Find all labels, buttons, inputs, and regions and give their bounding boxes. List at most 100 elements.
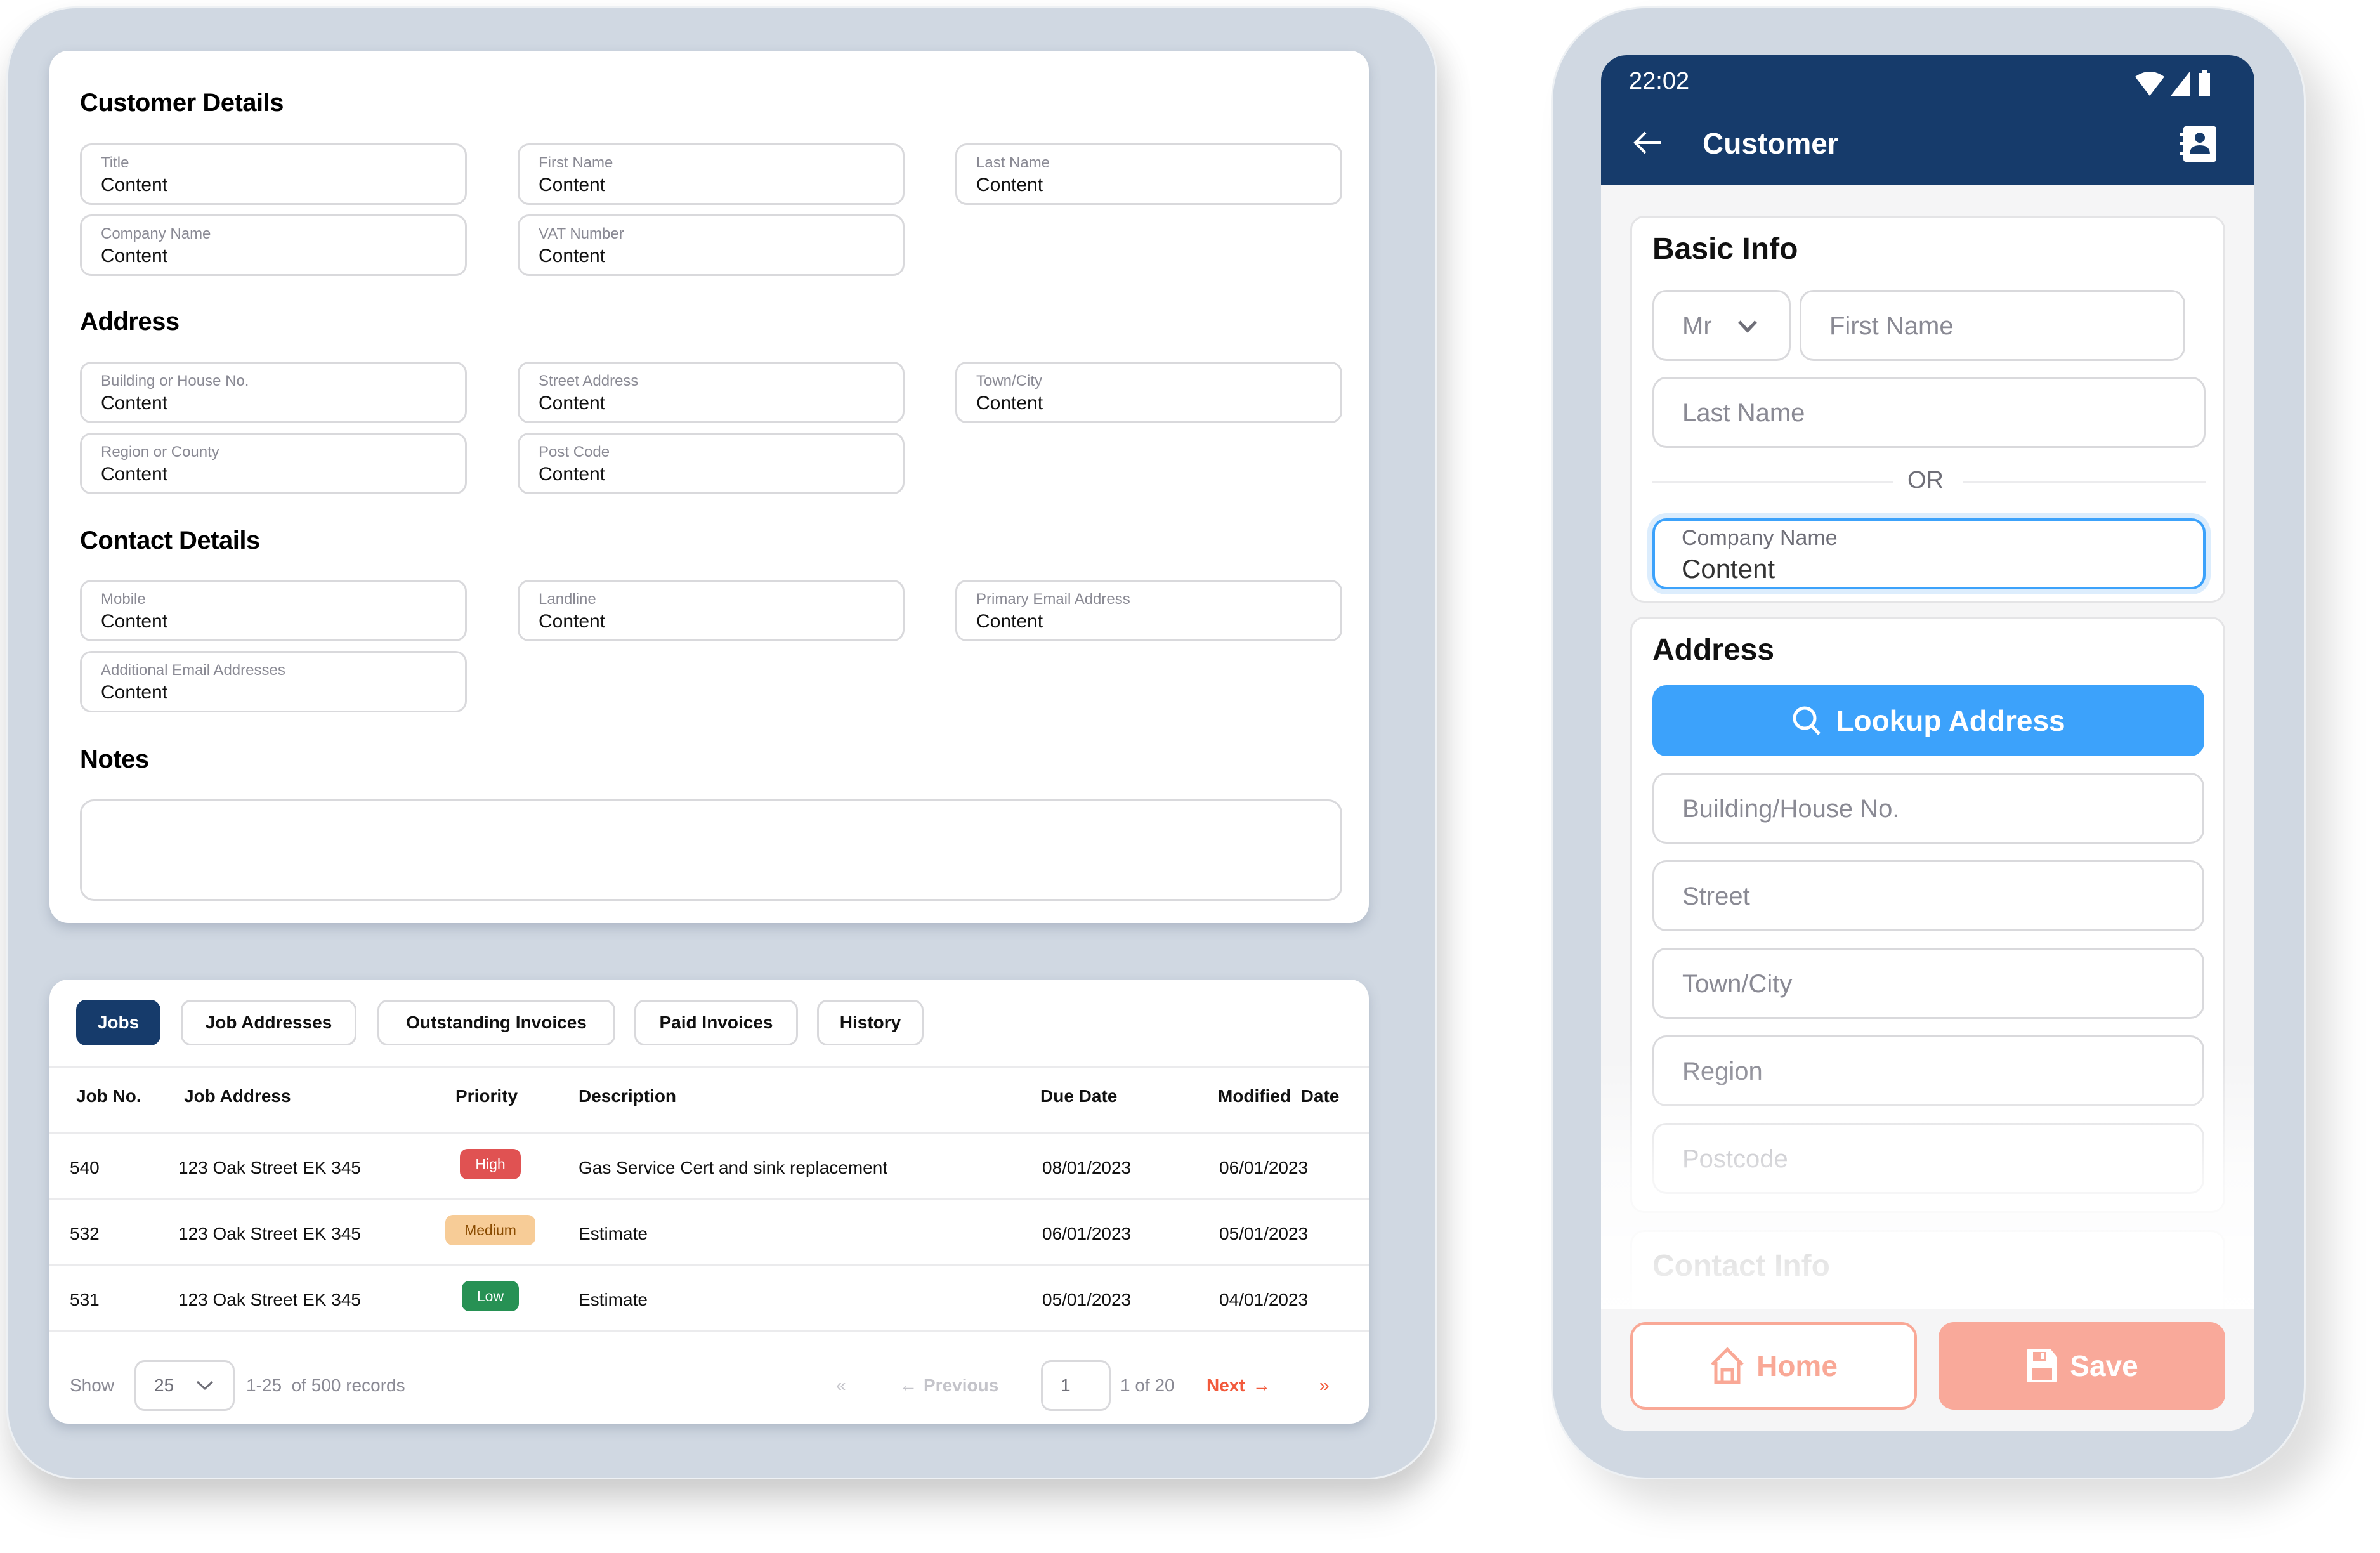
street-address-field[interactable]: Street Address Content [518,362,905,423]
contact-info-heading: Contact Info [1652,1249,1830,1283]
field-value: Content [539,464,606,485]
field-label: Primary Email Address [976,591,1130,608]
field-value: Content [101,246,168,266]
page-of-text: 1 of 20 [1120,1375,1175,1395]
arrow-right-icon: → [1252,1375,1271,1395]
home-icon [1711,1347,1744,1384]
job-address-cell: 123 Oak Street EK 345 [178,1224,361,1243]
tab-paid-invoices[interactable]: Paid Invoices [634,1000,798,1045]
field-value: Content [101,682,168,703]
or-separator: OR [1907,467,1944,494]
description-cell: Estimate [579,1290,648,1309]
landline-field[interactable]: Landline Content [518,580,905,641]
town-city-input[interactable]: Town/City [1652,948,2204,1019]
chevron-down-icon [197,1380,214,1391]
previous-button[interactable]: ← Previous [899,1360,998,1411]
building-field[interactable]: Building or House No. Content [80,362,467,423]
battery-icon [2199,73,2210,96]
page-size-value: 25 [154,1375,174,1395]
column-header-due-date[interactable]: Due Date [1040,1086,1117,1106]
region-placeholder: Region [1682,1058,1763,1085]
town-city-field[interactable]: Town/City Content [955,362,1342,423]
field-value: Content [976,174,1043,195]
tab-outstanding-invoices[interactable]: Outstanding Invoices [377,1000,615,1045]
field-value: Content [539,174,606,195]
due-date-cell: 05/01/2023 [1042,1290,1132,1309]
back-arrow-icon[interactable] [1631,130,1662,155]
table-row[interactable]: 531 123 Oak Street EK 345 Estimate 05/01/20… [49,1266,1369,1332]
current-page-input[interactable]: 1 [1041,1360,1111,1411]
lookup-address-button[interactable]: Lookup Address [1652,685,2204,756]
app-title: Customer [1703,127,1839,160]
description-cell: Estimate [579,1224,648,1243]
field-label: Street Address [539,372,639,390]
address-heading: Address [1652,633,1775,667]
contact-book-icon[interactable] [2180,125,2218,163]
save-button[interactable]: Save [1939,1322,2225,1410]
home-button[interactable]: Home [1630,1322,1917,1410]
vat-number-field[interactable]: VAT Number Content [518,214,905,276]
job-address-cell: 123 Oak Street EK 345 [178,1290,361,1309]
field-label: Last Name [976,154,1050,171]
title-select[interactable]: Mr [1652,290,1791,361]
tab-job-addresses[interactable]: Job Addresses [181,1000,356,1045]
column-header-job-no[interactable]: Job No. [76,1086,141,1106]
divider [49,1066,1369,1068]
mobile-field[interactable]: Mobile Content [80,580,467,641]
app-header: 22:02 Customer [1601,55,2254,185]
building-placeholder: Building/House No. [1682,795,1900,823]
customer-details-heading: Customer Details [80,89,284,117]
signal-icon [2171,72,2190,96]
tab-jobs[interactable]: Jobs [76,1000,160,1045]
field-value: Content [101,464,168,485]
field-value: Content [539,393,606,414]
first-name-input[interactable]: First Name [1800,290,2185,361]
company-name-input[interactable]: Company Name Content [1652,518,2206,589]
field-label: Company Name [101,225,211,242]
first-page-button[interactable]: « [836,1360,846,1411]
column-header-description[interactable]: Description [579,1086,676,1106]
address-heading: Address [80,308,180,336]
next-button[interactable]: Next → [1206,1360,1271,1411]
street-input[interactable]: Street [1652,860,2204,931]
field-label: Building or House No. [101,372,249,390]
basic-info-card: Basic Info Mr First Name Last Name OR Co… [1630,216,2225,603]
due-date-cell: 06/01/2023 [1042,1224,1132,1243]
arrow-left-icon: ← [899,1375,917,1395]
building-input[interactable]: Building/House No. [1652,773,2204,844]
column-header-priority[interactable]: Priority [455,1086,518,1106]
notes-textarea[interactable] [80,799,1342,901]
column-header-modified-date[interactable]: Modified Date [1218,1086,1339,1106]
title-field[interactable]: Title Content [80,143,467,205]
modified-date-cell: 04/01/2023 [1219,1290,1309,1309]
job-number-cell: 532 [70,1224,100,1243]
priority-badge: Low [462,1281,519,1311]
last-name-field[interactable]: Last Name Content [955,143,1342,205]
table-row[interactable]: 532 123 Oak Street EK 345 Estimate 06/01/20… [49,1200,1369,1266]
company-name-field[interactable]: Company Name Content [80,214,467,276]
street-placeholder: Street [1682,882,1750,910]
bottom-action-bar: Home Save [1601,1309,2254,1431]
postcode-placeholder: Postcode [1682,1145,1788,1173]
lookup-address-label: Lookup Address [1836,704,2065,737]
town-city-placeholder: Town/City [1682,970,1793,998]
primary-email-field[interactable]: Primary Email Address Content [955,580,1342,641]
field-value: Content [539,611,606,632]
first-name-field[interactable]: First Name Content [518,143,905,205]
region-field[interactable]: Region or County Content [80,433,467,494]
customer-form-card: Customer Details Title Content First Nam… [49,51,1369,923]
postcode-input[interactable]: Postcode [1652,1123,2204,1194]
last-page-button[interactable]: » [1319,1360,1330,1411]
table-row[interactable]: 540 123 Oak Street EK 345 Gas Service Cert… [49,1134,1369,1200]
company-name-label: Company Name [1682,526,1838,550]
column-header-job-address[interactable]: Job Address [184,1086,291,1106]
due-date-cell: 08/01/2023 [1042,1158,1132,1177]
post-code-field[interactable]: Post Code Content [518,433,905,494]
additional-emails-field[interactable]: Additional Email Addresses Content [80,651,467,712]
region-input[interactable]: Region [1652,1035,2204,1106]
phone-screen: 22:02 Customer Basic Info Mr First Name [1601,55,2254,1431]
tab-history[interactable]: History [817,1000,924,1045]
last-name-input[interactable]: Last Name [1652,377,2206,448]
page-size-select[interactable]: 25 [134,1360,235,1411]
first-name-placeholder: First Name [1829,312,1954,340]
